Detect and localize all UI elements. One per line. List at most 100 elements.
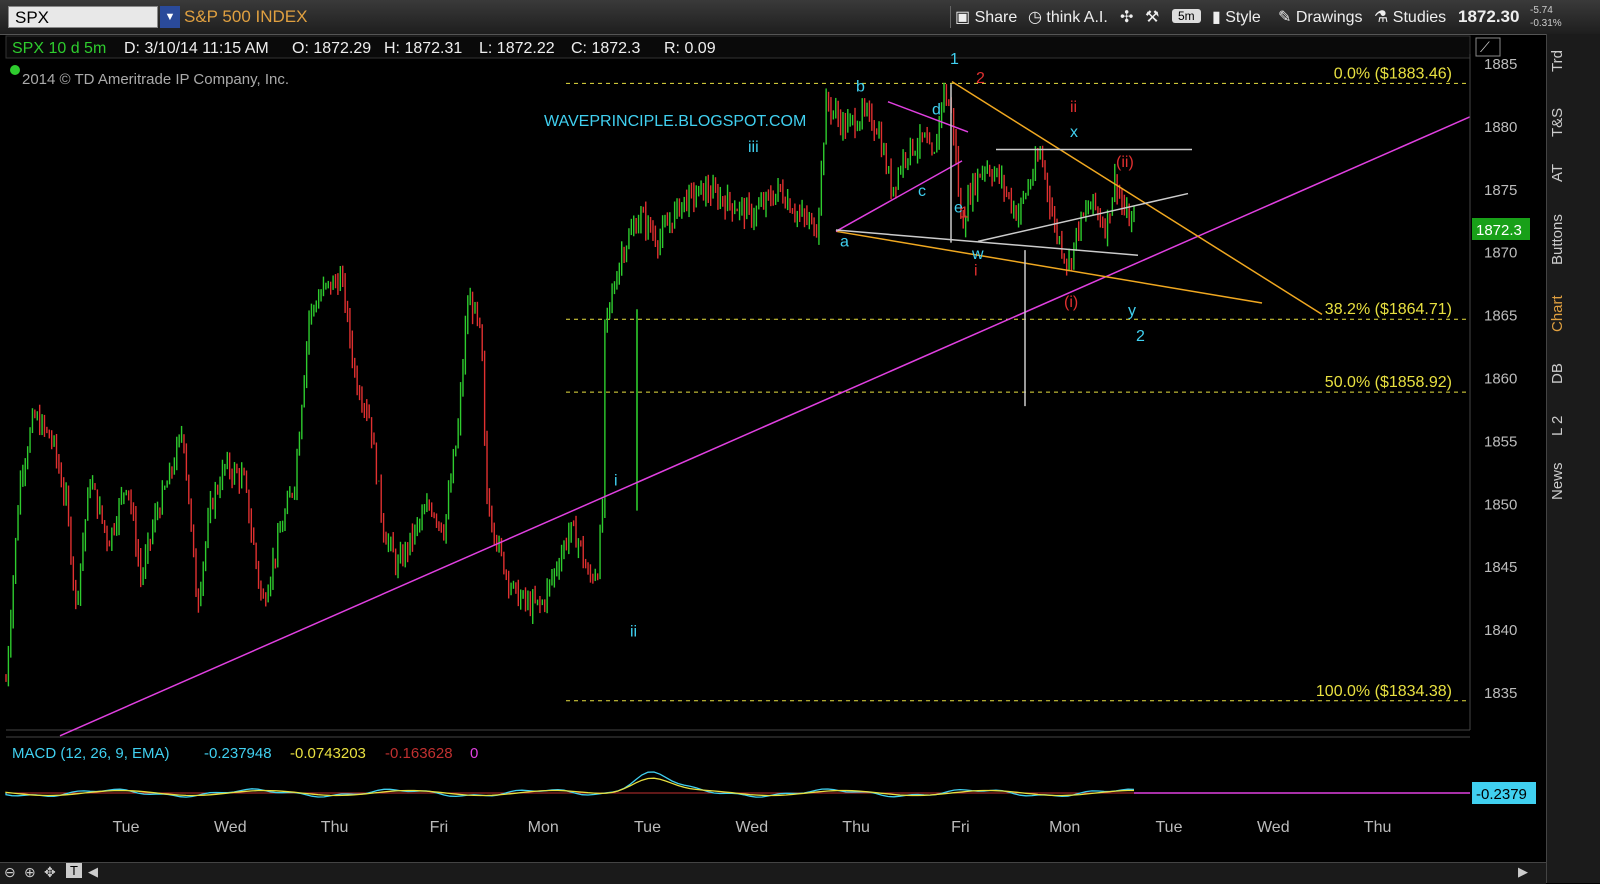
price-chart[interactable]: SPX 10 d 5m D: 3/10/14 11:15 AM O: 1872.… (0, 34, 1546, 862)
think-ai-button[interactable]: ◷ think A.I. (1028, 7, 1108, 27)
x-tick-label: Fri (951, 819, 970, 836)
x-tick-label: Tue (113, 819, 140, 836)
x-tick-label: Wed (214, 819, 247, 836)
studies-button[interactable]: ⚗ Studies (1374, 7, 1446, 27)
pencil-icon: ✎ (1278, 9, 1296, 26)
info-close: C: 1872.3 (571, 40, 640, 57)
zoom-out-icon[interactable]: ⊖ (4, 864, 16, 881)
symbol-input[interactable]: SPX (8, 6, 158, 28)
triangle-upper-magenta (887, 101, 969, 133)
y-tick-label: 1855 (1484, 433, 1517, 450)
wrench-icon[interactable]: ⚒ (1145, 7, 1159, 27)
text-tool-icon[interactable]: T (66, 863, 82, 878)
x-tick-label: Tue (1156, 819, 1183, 836)
top-toolbar: SPX ▼ S&P 500 INDEX ▣ Share ◷ think A.I.… (0, 0, 1600, 35)
wave-label-red: i (974, 262, 978, 279)
info-high: H: 1872.31 (384, 40, 462, 57)
tab-chart[interactable]: Chart (1549, 295, 1566, 332)
scroll-right-icon[interactable]: ▶ (1518, 864, 1528, 880)
tab-trd[interactable]: Trd (1549, 50, 1566, 72)
wave-label-red: 2 (976, 70, 985, 87)
y-tick-label: 1850 (1484, 496, 1517, 513)
instrument-title: S&P 500 INDEX (184, 7, 308, 26)
tab-news[interactable]: News (1549, 462, 1566, 500)
wave-label-cyan: ii (630, 623, 637, 640)
tab-time-and-sales[interactable]: T&S (1549, 108, 1566, 137)
triangle-lower-magenta (835, 160, 963, 232)
wave-label-cyan: 1 (950, 51, 959, 68)
wave-label-cyan: c (918, 183, 926, 200)
tab-at[interactable]: AT (1549, 160, 1566, 182)
y-tick-label: 1845 (1484, 559, 1517, 576)
macd-zero: 0 (470, 745, 478, 762)
macd-tag-text: -0.2379 (1476, 786, 1527, 803)
think-ai-icon: ◷ (1028, 9, 1047, 26)
x-tick-label: Fri (430, 819, 449, 836)
wave-label-cyan: x (1070, 124, 1078, 141)
wave-label-cyan: i (614, 472, 618, 489)
info-low: L: 1872.22 (479, 40, 555, 57)
x-tick-label: Wed (1257, 819, 1290, 836)
pan-icon[interactable]: ✥ (44, 864, 56, 881)
watermark-text: WAVEPRINCIPLE.BLOGSPOT.COM (544, 113, 806, 130)
x-tick-label: Thu (321, 819, 349, 836)
y-tick-label: 1865 (1484, 308, 1517, 325)
zoom-in-icon[interactable]: ⊕ (24, 864, 36, 881)
wave-label-cyan: w (971, 246, 984, 263)
y-tick-label: 1840 (1484, 622, 1517, 639)
info-date: D: 3/10/14 11:15 AM (124, 40, 269, 57)
last-price: 1872.30 (1458, 7, 1520, 26)
y-tick-label: 1860 (1484, 371, 1517, 388)
x-tick-label: Mon (528, 819, 559, 836)
symbol-dropdown-icon[interactable]: ▼ (160, 6, 180, 28)
x-tick-label: Tue (634, 819, 661, 836)
fib-level-label: 38.2% ($1864.71) (1325, 301, 1452, 318)
crosshair-tool-icon[interactable]: ✣ (1120, 7, 1133, 27)
scroll-left-icon[interactable]: ◀ (88, 864, 98, 880)
y-tick-label: 1875 (1484, 182, 1517, 199)
last-price-tag-text: 1872.3 (1476, 222, 1522, 239)
x-tick-label: Wed (735, 819, 768, 836)
style-button-label: Style (1225, 9, 1261, 26)
x-tick-label: Thu (842, 819, 870, 836)
wave-label-cyan: iii (748, 139, 759, 156)
wave-label-red: (ii) (1116, 154, 1134, 171)
y-tick-label: 1885 (1484, 56, 1517, 73)
fib-level-label: 100.0% ($1834.38) (1316, 683, 1452, 700)
style-button[interactable]: ▮ Style (1212, 7, 1261, 27)
copyright: 2014 © TD Ameritrade IP Company, Inc. (22, 71, 289, 88)
y-tick-label: 1880 (1484, 119, 1517, 136)
wave-label-cyan: b (856, 79, 865, 96)
tab-buttons[interactable]: Buttons (1549, 214, 1566, 265)
wave-label-cyan: y (1128, 303, 1136, 320)
info-range: R: 0.09 (664, 40, 716, 57)
toolbar-divider (950, 6, 951, 28)
macd-avg: -0.0743203 (290, 745, 366, 762)
trendline-magenta (59, 116, 1471, 737)
share-button-label: Share (974, 9, 1018, 26)
info-open: O: 1872.29 (292, 40, 371, 57)
x-tick-label: Mon (1049, 819, 1080, 836)
net-change: -5.74 (1530, 5, 1553, 16)
tab-db[interactable]: DB (1549, 362, 1566, 384)
timeframe-button[interactable]: 5m (1172, 9, 1201, 23)
share-button[interactable]: ▣ Share (955, 7, 1017, 27)
share-icon: ▣ (955, 9, 975, 26)
triangle-lower-white (835, 229, 1139, 256)
drawings-button-label: Drawings (1295, 9, 1363, 26)
bottom-scrollbar[interactable]: ⊖ ⊕ ✥ T ◀ ▶ (0, 862, 1546, 884)
drawings-button[interactable]: ✎ Drawings (1278, 7, 1363, 27)
triangle-upper-white (977, 192, 1189, 243)
think-ai-label: think A.I. (1046, 9, 1108, 26)
trend-icon: ⟋ (1480, 39, 1490, 55)
y-tick-label: 1835 (1484, 685, 1517, 702)
wave-label-cyan: 2 (1136, 328, 1145, 345)
tab-level-2[interactable]: L 2 (1549, 414, 1566, 436)
macd-diff: -0.163628 (385, 745, 453, 762)
studies-button-label: Studies (1392, 9, 1447, 26)
wave-label-red: 1 (960, 204, 969, 221)
candle-icon: ▮ (1212, 9, 1226, 26)
fib-level-label: 0.0% ($1883.46) (1334, 65, 1452, 82)
macd-label: MACD (12, 26, 9, EMA) (12, 745, 170, 762)
x-tick-label: Thu (1364, 819, 1392, 836)
